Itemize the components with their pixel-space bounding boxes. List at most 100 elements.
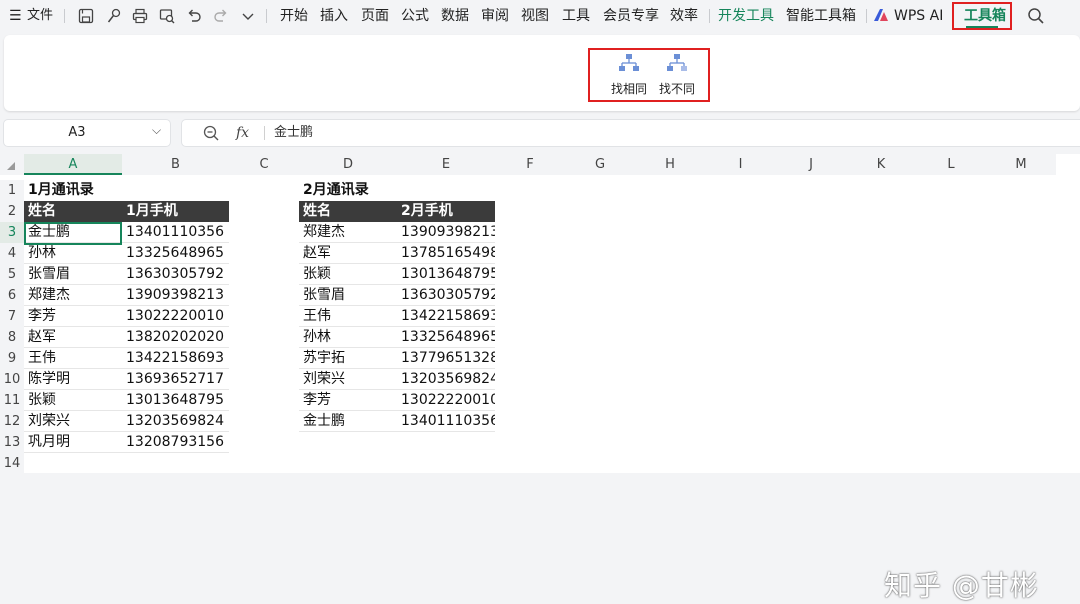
- column-header-i[interactable]: I: [705, 154, 776, 175]
- name-cell[interactable]: 巩月明: [24, 432, 122, 453]
- phone-cell[interactable]: 13401110356: [122, 222, 229, 243]
- tab-wps-ai[interactable]: WPS AI: [874, 0, 943, 32]
- name-cell[interactable]: 王伟: [24, 348, 122, 369]
- find-diff-button[interactable]: 找不同: [652, 50, 702, 100]
- name-cell[interactable]: 孙林: [299, 327, 397, 348]
- name-cell[interactable]: 王伟: [299, 306, 397, 327]
- name-cell[interactable]: 赵军: [24, 327, 122, 348]
- column-header-c[interactable]: C: [229, 154, 299, 175]
- tab-tools[interactable]: 工具: [562, 0, 590, 32]
- tab-efficiency[interactable]: 效率: [670, 0, 698, 32]
- name-cell[interactable]: 张雪眉: [299, 285, 397, 306]
- name-cell[interactable]: 郑建杰: [24, 285, 122, 306]
- tab-view[interactable]: 视图: [521, 0, 549, 32]
- phone-cell[interactable]: 13422158693: [397, 306, 495, 327]
- phone-cell[interactable]: 13630305792: [397, 285, 495, 306]
- row-header-6[interactable]: 6: [0, 285, 24, 306]
- name-cell[interactable]: 张雪眉: [24, 264, 122, 285]
- column-header-e[interactable]: E: [397, 154, 495, 175]
- row-header-11[interactable]: 11: [0, 390, 24, 411]
- phone-cell[interactable]: 13325648965: [122, 243, 229, 264]
- table-title[interactable]: 1月通讯录: [24, 180, 229, 201]
- column-header-j[interactable]: J: [776, 154, 846, 175]
- column-header-l[interactable]: L: [916, 154, 986, 175]
- tab-member[interactable]: 会员专享: [603, 0, 659, 32]
- row-header-5[interactable]: 5: [0, 264, 24, 285]
- tab-data[interactable]: 数据: [441, 0, 469, 32]
- column-header-cell[interactable]: 1月手机: [122, 201, 229, 222]
- tab-home[interactable]: 开始: [280, 0, 308, 32]
- name-cell[interactable]: 陈学明: [24, 369, 122, 390]
- name-cell[interactable]: 刘荣兴: [24, 411, 122, 432]
- formula-bar[interactable]: fx 金士鹏: [182, 120, 1080, 146]
- hamburger-icon[interactable]: ☰: [9, 0, 22, 32]
- select-all-corner[interactable]: [0, 154, 24, 175]
- tab-developer-tools[interactable]: 开发工具: [718, 0, 774, 32]
- row-header-13[interactable]: 13: [0, 432, 24, 453]
- name-cell[interactable]: 李芳: [24, 306, 122, 327]
- file-menu[interactable]: 文件: [27, 0, 53, 32]
- column-header-a[interactable]: A: [24, 154, 122, 175]
- phone-cell[interactable]: 13909398213: [397, 222, 495, 243]
- phone-cell[interactable]: 13203569824: [397, 369, 495, 390]
- row-header-14[interactable]: 14: [0, 453, 24, 474]
- name-box[interactable]: A3 ⌵: [4, 120, 170, 146]
- name-cell[interactable]: 张颖: [299, 264, 397, 285]
- phone-cell[interactable]: 13422158693: [122, 348, 229, 369]
- column-header-cell[interactable]: 姓名: [299, 201, 397, 222]
- phone-cell[interactable]: 13909398213: [122, 285, 229, 306]
- insert-function-button[interactable]: fx: [236, 120, 249, 146]
- phone-cell[interactable]: 13779651328: [397, 348, 495, 369]
- row-header-12[interactable]: 12: [0, 411, 24, 432]
- column-header-cell[interactable]: 2月手机: [397, 201, 495, 222]
- row-header-10[interactable]: 10: [0, 369, 24, 390]
- name-cell[interactable]: 刘荣兴: [299, 369, 397, 390]
- format-painter-icon[interactable]: [105, 7, 123, 25]
- save-icon[interactable]: [77, 7, 95, 25]
- name-cell[interactable]: 金士鹏: [299, 411, 397, 432]
- spreadsheet-grid[interactable]: ABCDEFGHIJKLM 1 2 3 4 5 6 7 8 9 10 11 12 13 14 1月通讯录姓…: [0, 154, 1080, 602]
- column-header-g[interactable]: G: [565, 154, 635, 175]
- name-cell[interactable]: 郑建杰: [299, 222, 397, 243]
- row-header-7[interactable]: 7: [0, 306, 24, 327]
- search-icon[interactable]: [1026, 6, 1046, 26]
- tab-toolbox[interactable]: 工具箱: [952, 2, 1012, 30]
- tab-review[interactable]: 审阅: [481, 0, 509, 32]
- name-cell[interactable]: 赵军: [299, 243, 397, 264]
- tab-smart-toolbox[interactable]: 智能工具箱: [786, 0, 856, 32]
- formula-input[interactable]: 金士鹏: [274, 120, 313, 146]
- phone-cell[interactable]: 13022220010: [122, 306, 229, 327]
- chevron-down-icon[interactable]: [239, 7, 257, 25]
- name-cell[interactable]: 张颖: [24, 390, 122, 411]
- phone-cell[interactable]: 13785165498: [397, 243, 495, 264]
- column-header-h[interactable]: H: [635, 154, 705, 175]
- column-header-k[interactable]: K: [846, 154, 916, 175]
- print-icon[interactable]: [131, 7, 149, 25]
- phone-cell[interactable]: 13022220010: [397, 390, 495, 411]
- zoom-out-icon[interactable]: [202, 124, 220, 142]
- name-cell[interactable]: 苏宇拓: [299, 348, 397, 369]
- chevron-down-icon[interactable]: ⌵: [152, 123, 161, 138]
- name-cell[interactable]: 李芳: [299, 390, 397, 411]
- column-header-d[interactable]: D: [299, 154, 397, 175]
- phone-cell[interactable]: 13208793156: [122, 432, 229, 453]
- tab-page[interactable]: 页面: [361, 0, 389, 32]
- phone-cell[interactable]: 13820202020: [122, 327, 229, 348]
- phone-cell[interactable]: 13013648795: [122, 390, 229, 411]
- name-cell[interactable]: 孙林: [24, 243, 122, 264]
- phone-cell[interactable]: 13013648795: [397, 264, 495, 285]
- phone-cell[interactable]: 13203569824: [122, 411, 229, 432]
- row-header-2[interactable]: 2: [0, 201, 24, 222]
- column-header-m[interactable]: M: [986, 154, 1056, 175]
- row-header-4[interactable]: 4: [0, 243, 24, 264]
- phone-cell[interactable]: 13630305792: [122, 264, 229, 285]
- print-preview-icon[interactable]: [158, 7, 176, 25]
- phone-cell[interactable]: 13401110356: [397, 411, 495, 432]
- row-header-1[interactable]: 1: [0, 180, 24, 201]
- row-header-3[interactable]: 3: [0, 222, 24, 243]
- table-title[interactable]: 2月通讯录: [299, 180, 495, 201]
- undo-icon[interactable]: [185, 7, 203, 25]
- phone-cell[interactable]: 13693652717: [122, 369, 229, 390]
- column-header-f[interactable]: F: [495, 154, 565, 175]
- tab-insert[interactable]: 插入: [320, 0, 348, 32]
